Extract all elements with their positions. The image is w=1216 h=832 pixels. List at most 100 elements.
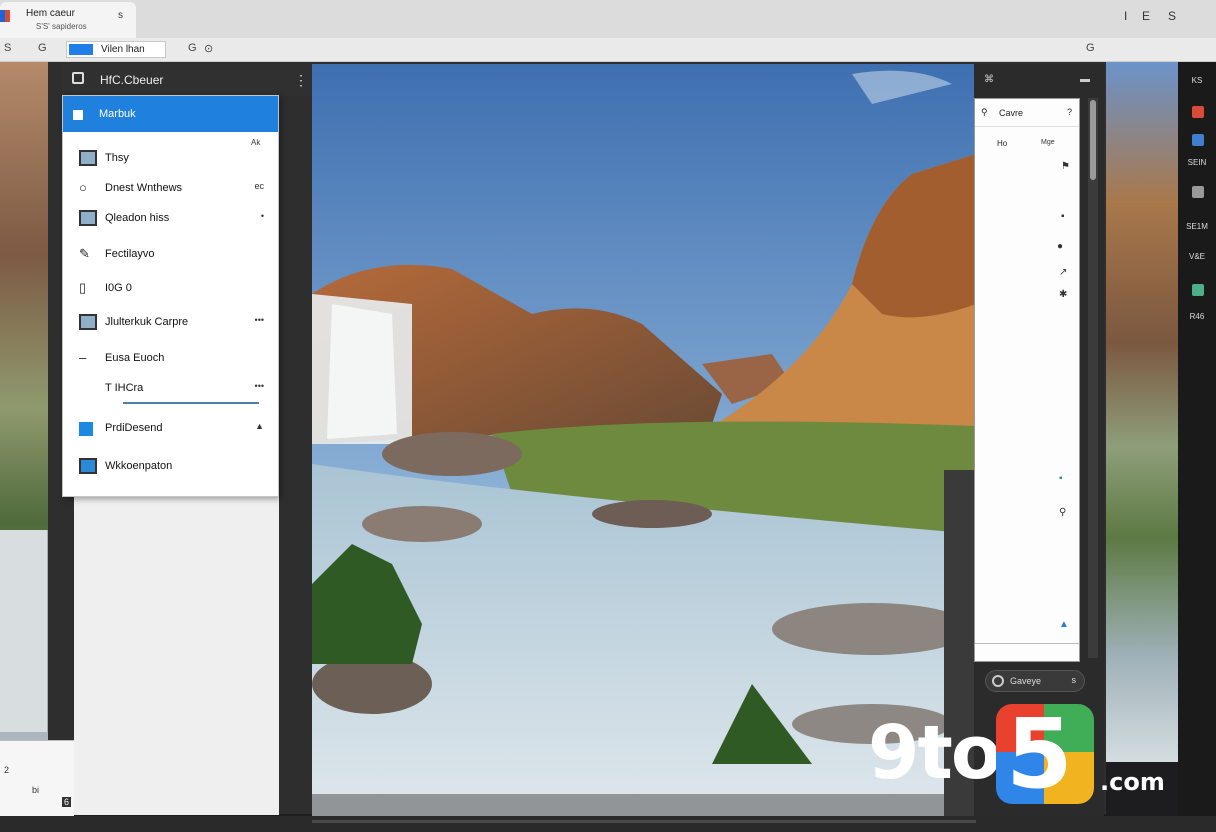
site-badge-icon [69, 44, 93, 55]
watermark-suffix: .com [1100, 768, 1165, 796]
pin-icon: ⚲ [981, 107, 988, 117]
menu-item[interactable]: ▯ I0G 0 [63, 276, 278, 302]
menu-item-selected[interactable]: Marbuk [63, 96, 278, 132]
folder-icon [79, 314, 97, 330]
address-text: Vilen lhan [101, 44, 145, 55]
search-icon: ○ [79, 180, 87, 195]
browser-toolbar: S G Vilen lhan G ⊙ G [0, 38, 1216, 62]
panel-pin-icon[interactable]: ⌘ [984, 74, 994, 85]
rock [382, 432, 522, 476]
menu-item-shortcut: ec [254, 181, 264, 191]
help-icon[interactable]: ? [1067, 107, 1072, 117]
doc-icon: ▯ [79, 280, 87, 295]
expand-icon[interactable]: ▲ [255, 421, 264, 431]
minimize-button[interactable]: I [1124, 9, 1127, 23]
menu-divider [123, 402, 259, 404]
layers-list: ⚲ Cavre ? Ho Mge ⚑ ▪ ● ↗ ✱ ▪ ⚲ ▲ [974, 98, 1080, 662]
menu-item-label: Eusa Euoch [105, 352, 165, 364]
footer-chip[interactable]: Gaveye s [985, 670, 1085, 692]
bottom-bar [0, 816, 1216, 832]
chip-close-icon[interactable]: s [1072, 675, 1077, 685]
layer-name[interactable]: Ho [997, 139, 1007, 148]
corner-glyph[interactable]: bi [32, 785, 39, 795]
anchor-icon[interactable]: ⚑ [1061, 161, 1070, 172]
screen: Hem caeur S'S' sapideros s I E S S G Vil… [0, 0, 1216, 832]
menu-item-more[interactable]: ••• [255, 315, 264, 325]
layer-icon[interactable]: ▪ [1061, 211, 1065, 222]
circle-icon[interactable]: ● [1057, 241, 1063, 252]
favicon-icon [0, 10, 10, 22]
menu-item[interactable]: PrdiDesend ▲ [63, 416, 278, 442]
menu-item-label: Qleadon hiss [105, 212, 170, 224]
maximize-button[interactable]: E [1142, 9, 1150, 23]
watermark-text: 9to [868, 710, 1002, 796]
rail-label[interactable]: V&E [1178, 252, 1216, 261]
link-icon[interactable]: ⚲ [1059, 507, 1066, 518]
browser-tab-bar: Hem caeur S'S' sapideros s I E S [0, 0, 1216, 38]
menu-item-label: Fectilayvo [105, 248, 155, 260]
menu-item-more[interactable]: ••• [255, 381, 264, 391]
menu-item[interactable]: Wkkoenpaton [63, 454, 278, 480]
expand-icon[interactable]: ▲ [1059, 619, 1069, 630]
rail-label[interactable]: R46 [1178, 312, 1216, 321]
layers-scrollbar[interactable] [1088, 98, 1098, 658]
background-photo-right [1104, 62, 1178, 762]
corner-glyph[interactable]: 2 [4, 765, 9, 775]
address-bar[interactable]: Vilen lhan [66, 41, 166, 58]
rock [772, 603, 972, 655]
menu-item[interactable]: T IHCra ••• [63, 376, 278, 402]
waterfall-highlight [327, 304, 397, 439]
menu-item-label: Jlulterkuk Carpre [105, 316, 189, 328]
menu-item-label: PrdiDesend [105, 422, 163, 434]
text-icon [79, 380, 97, 396]
panel-window-icon[interactable]: ▬ [1080, 74, 1090, 85]
menu-item-label: Dnest Wnthews [105, 182, 183, 194]
extension-icon[interactable]: ⊙ [204, 42, 213, 55]
menu-item-label: Wkkoenpaton [105, 460, 173, 472]
left-side-strip [0, 530, 48, 732]
watermark-five-badge: 5 [996, 704, 1094, 804]
star-icon[interactable]: ✱ [1059, 289, 1067, 300]
more-options-icon[interactable]: ⋮ [294, 72, 308, 89]
menu-item[interactable]: Qleadon hiss • [63, 206, 278, 232]
color-swatch-icon[interactable] [1192, 186, 1204, 198]
color-swatch-icon[interactable] [1192, 134, 1204, 146]
menu-item[interactable]: ✎ Fectilayvo [63, 242, 278, 268]
toolbar-menu-button[interactable]: G [1086, 42, 1095, 54]
menu-item-label: Thsy [105, 152, 129, 164]
status-corner: 2 bi 6 [0, 740, 74, 816]
reload-button[interactable]: G [188, 42, 197, 54]
menu-item[interactable]: ○ Dnest Wnthews ec [63, 176, 278, 202]
dash-icon: – [79, 350, 87, 365]
menu-item[interactable]: Thsy [63, 146, 278, 172]
scrollbar-thumb[interactable] [1090, 100, 1096, 180]
menu-item[interactable]: – Eusa Euoch [63, 346, 278, 372]
footer-chip-label: Gaveye [1010, 676, 1042, 686]
back-button[interactable]: S [4, 42, 11, 54]
rail-label[interactable]: SE1M [1178, 222, 1216, 231]
app-icon [72, 72, 84, 84]
color-swatch-icon[interactable] [1192, 106, 1204, 118]
arrow-icon[interactable]: ↗ [1059, 267, 1067, 278]
tag-icon[interactable]: ▪ [1059, 473, 1063, 484]
panel-icon [79, 150, 97, 166]
rail-label[interactable]: KS [1178, 76, 1216, 85]
menu-item[interactable]: Jlulterkuk Carpre ••• [63, 310, 278, 336]
rock [362, 506, 482, 542]
watermark-five: 5 [1006, 704, 1073, 804]
list-divider [975, 643, 1079, 644]
rail-label[interactable]: SEIN [1178, 158, 1216, 167]
image-icon [79, 210, 97, 226]
square-icon [79, 422, 93, 436]
layer-tag: Mge [1041, 139, 1055, 146]
sidebar-menu: Marbuk Ak Thsy ○ Dnest Wnthews ec Qleado… [62, 95, 279, 497]
corner-glyph[interactable]: 6 [62, 797, 72, 807]
radio-icon [992, 675, 1004, 687]
close-window-button[interactable]: S [1168, 9, 1176, 23]
tab-close-icon[interactable]: s [118, 10, 123, 21]
timeline-track[interactable] [312, 820, 976, 823]
color-swatch-icon[interactable] [1192, 284, 1204, 296]
forward-button[interactable]: G [38, 42, 47, 54]
browser-tab[interactable]: Hem caeur S'S' sapideros s [0, 2, 136, 38]
tab-subtitle: S'S' sapideros [36, 22, 87, 31]
